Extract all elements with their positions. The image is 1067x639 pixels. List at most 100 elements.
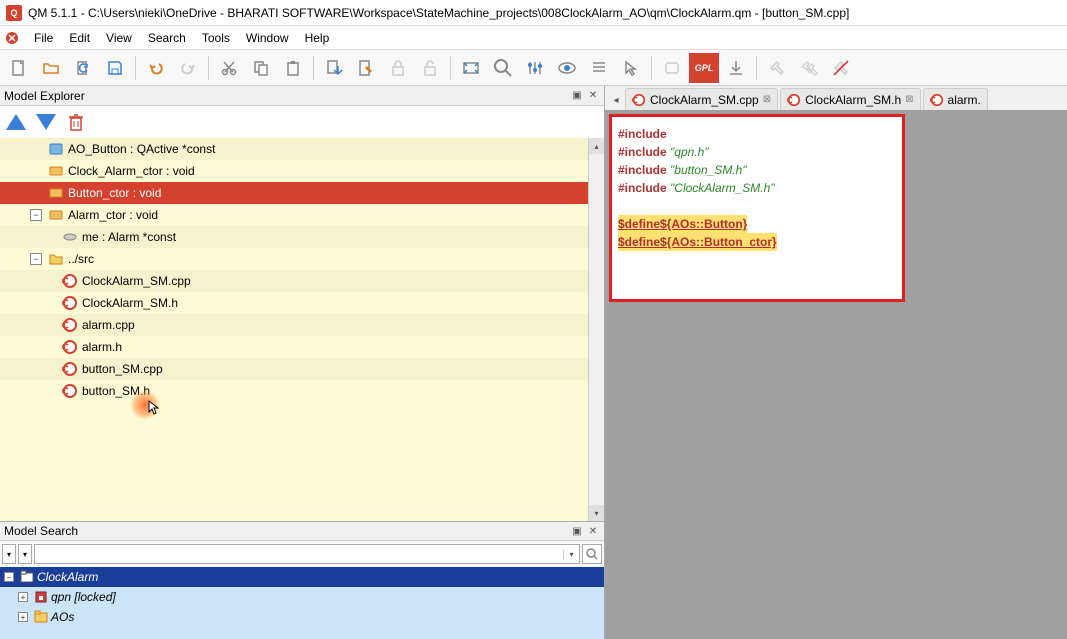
list-button[interactable] (584, 53, 614, 83)
undo-button[interactable] (141, 53, 171, 83)
search-dock-button[interactable]: ▣ (570, 524, 584, 538)
search-go-button[interactable] (582, 544, 602, 564)
unlock-button[interactable] (415, 53, 445, 83)
menubar: File Edit View Search Tools Window Help (0, 26, 1067, 50)
folder-icon (48, 251, 64, 267)
build-all-button[interactable] (794, 53, 824, 83)
pointer-button[interactable] (616, 53, 646, 83)
cpp-icon (62, 273, 78, 289)
tree-item[interactable]: −Alarm_ctor : void (0, 204, 604, 226)
tree-item-label: Clock_Alarm_ctor : void (68, 164, 195, 178)
tree-expand-icon[interactable]: − (4, 572, 14, 582)
build-button[interactable] (762, 53, 792, 83)
tab-label: ClockAlarm_SM.cpp (650, 93, 759, 107)
tree-item[interactable]: ClockAlarm_SM.h (0, 292, 604, 314)
zoom-fit-button[interactable] (456, 53, 486, 83)
menu-help[interactable]: Help (297, 29, 338, 47)
search-results[interactable]: − ClockAlarm +qpn [locked]+AOs (0, 567, 604, 639)
h-icon (62, 383, 78, 399)
tree-item-label: ClockAlarm_SM.h (82, 296, 178, 310)
search-history-dropdown[interactable]: ▾ (563, 550, 579, 559)
menu-tools[interactable]: Tools (194, 29, 238, 47)
menu-edit[interactable]: Edit (61, 29, 98, 47)
tree-item[interactable]: AO_Button : QActive *const (0, 138, 604, 160)
editor-tab[interactable]: alarm. (923, 88, 988, 110)
tree-item[interactable]: ClockAlarm_SM.cpp (0, 270, 604, 292)
cut-button[interactable] (214, 53, 244, 83)
code-editor[interactable]: #include #include "qpn.h"#include "butto… (609, 114, 905, 302)
tree-scrollbar[interactable]: ▴ ▾ (588, 138, 604, 521)
redo-button[interactable] (173, 53, 203, 83)
search-input[interactable] (35, 547, 563, 561)
menu-search[interactable]: Search (140, 29, 194, 47)
right-panel: ◂ ClockAlarm_SM.cpp⊠ClockAlarm_SM.h⊠alar… (605, 86, 1067, 639)
search-combo[interactable]: ▾ (34, 544, 580, 564)
copy-button[interactable] (246, 53, 276, 83)
search-result-item[interactable]: − ClockAlarm (0, 567, 604, 587)
menu-window[interactable]: Window (238, 29, 297, 47)
search-mode-dropdown[interactable]: ▾ (2, 544, 16, 564)
tree-item[interactable]: button_SM.cpp (0, 358, 604, 380)
tree-expand-icon[interactable]: + (18, 592, 28, 602)
tree-item[interactable]: Button_ctor : void (0, 182, 604, 204)
tree-item-label: Button_ctor : void (68, 186, 161, 200)
tree-item-label: ClockAlarm_SM.cpp (82, 274, 191, 288)
tree-item[interactable]: alarm.h (0, 336, 604, 358)
move-down-button[interactable] (36, 114, 56, 130)
app-icon: Q (6, 5, 22, 21)
tab-scroll-left[interactable]: ◂ (609, 90, 623, 110)
tree-item[interactable]: me : Alarm *const (0, 226, 604, 248)
tab-close-button[interactable]: ⊠ (905, 94, 913, 105)
menu-view[interactable]: View (98, 29, 140, 47)
edit-code-button[interactable] (351, 53, 381, 83)
download-button[interactable] (721, 53, 751, 83)
tree-item[interactable]: button_SM.h (0, 380, 604, 402)
scroll-up-button[interactable]: ▴ (589, 138, 604, 154)
main-toolbar: GPL (0, 50, 1067, 86)
search-close-button[interactable]: ✕ (586, 524, 600, 538)
search-result-label: ClockAlarm (37, 570, 98, 584)
show-button[interactable] (552, 53, 582, 83)
cursor-icon (148, 400, 160, 416)
editor-tab[interactable]: ClockAlarm_SM.cpp ⊠ (625, 88, 778, 110)
search-result-item[interactable]: +AOs (0, 607, 604, 627)
generate-button[interactable] (319, 53, 349, 83)
tree-item[interactable]: Clock_Alarm_ctor : void (0, 160, 604, 182)
explorer-tree[interactable]: AO_Button : QActive *const Clock_Alarm_ct… (0, 138, 604, 521)
gpl-button[interactable]: GPL (689, 53, 719, 83)
tree-item[interactable]: alarm.cpp (0, 314, 604, 336)
rect-button[interactable] (657, 53, 687, 83)
lock-button[interactable] (383, 53, 413, 83)
paste-button[interactable] (278, 53, 308, 83)
editor-area[interactable]: #include #include "qpn.h"#include "butto… (605, 110, 1067, 639)
search-scope-dropdown[interactable]: ▾ (18, 544, 32, 564)
search-result-item[interactable]: +qpn [locked] (0, 587, 604, 607)
delete-button[interactable] (66, 111, 86, 133)
reload-button[interactable] (68, 53, 98, 83)
clean-button[interactable] (826, 53, 856, 83)
h-icon (62, 339, 78, 355)
tree-item-label: button_SM.cpp (82, 362, 163, 376)
tree-item-label: ../src (68, 252, 94, 266)
save-button[interactable] (100, 53, 130, 83)
scroll-down-button[interactable]: ▾ (589, 505, 604, 521)
settings-button[interactable] (520, 53, 550, 83)
explorer-close-button[interactable]: ✕ (586, 89, 600, 103)
tree-expand-icon[interactable]: + (18, 612, 28, 622)
editor-tab[interactable]: ClockAlarm_SM.h⊠ (780, 88, 920, 110)
tree-expand-icon[interactable]: − (30, 253, 42, 265)
menu-file[interactable]: File (26, 29, 61, 47)
zoom-button[interactable] (488, 53, 518, 83)
explorer-title: Model Explorer (4, 89, 85, 103)
cpp-icon (632, 93, 646, 107)
open-button[interactable] (36, 53, 66, 83)
titlebar: Q QM 5.1.1 - C:\Users\nieki\OneDrive - B… (0, 0, 1067, 26)
tree-item[interactable]: − ../src (0, 248, 604, 270)
explorer-dock-button[interactable]: ▣ (570, 89, 584, 103)
tree-expand-icon[interactable]: − (30, 209, 42, 221)
pkg2-icon (34, 610, 48, 624)
tree-item-label: alarm.cpp (82, 318, 135, 332)
move-up-button[interactable] (6, 114, 26, 130)
tab-close-button[interactable]: ⊠ (763, 94, 771, 105)
new-button[interactable] (4, 53, 34, 83)
